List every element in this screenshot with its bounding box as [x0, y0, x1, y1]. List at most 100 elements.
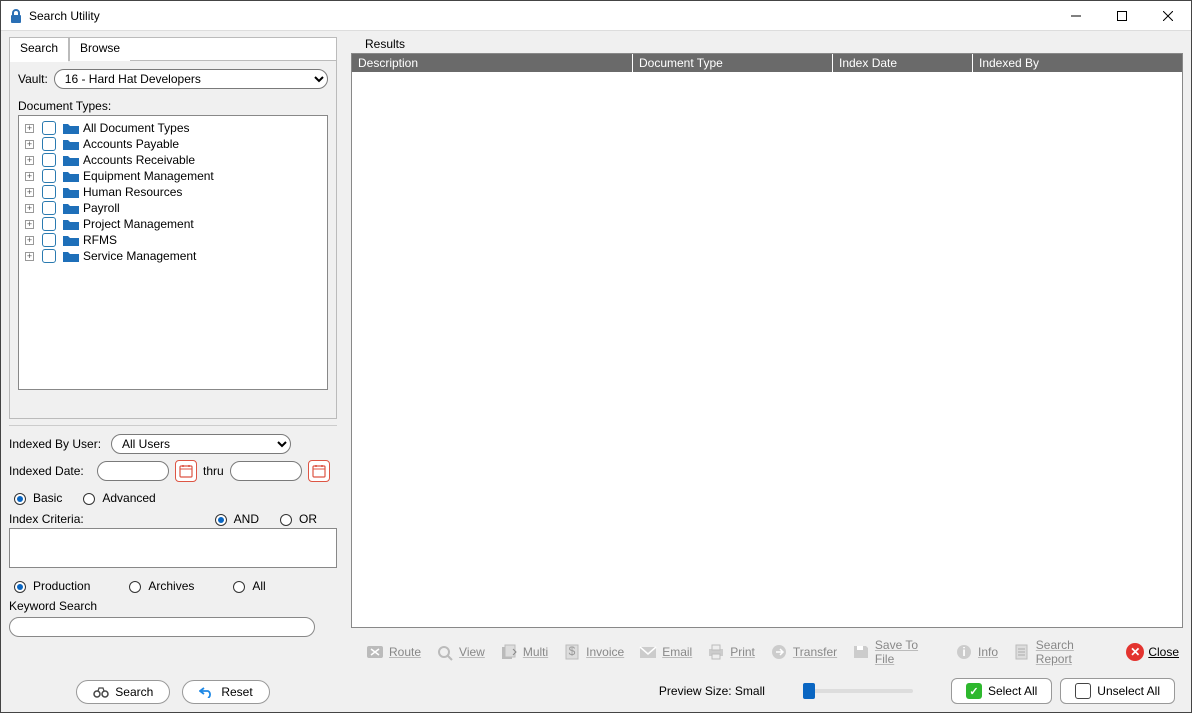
results-label: Results	[345, 37, 1183, 53]
tab-strip: Search Browse	[9, 37, 337, 61]
multi-button[interactable]: Multi	[495, 641, 552, 663]
all-radio[interactable]: All	[228, 578, 265, 593]
document-types-label: Document Types:	[18, 99, 328, 113]
or-radio[interactable]: OR	[275, 511, 317, 526]
reset-button[interactable]: Reset	[182, 680, 269, 704]
results-grid[interactable]: Description Document Type Index Date Ind…	[351, 53, 1183, 628]
tree-item[interactable]: +All Document Types	[23, 120, 323, 136]
undo-icon	[199, 686, 215, 698]
folder-icon	[63, 170, 79, 182]
route-button[interactable]: Route	[361, 641, 425, 663]
action-toolbar: Route View Multi $Invoice Email Print Tr…	[345, 628, 1183, 668]
index-criteria-box[interactable]	[9, 528, 337, 568]
tree-checkbox[interactable]	[42, 233, 56, 247]
tree-item[interactable]: +RFMS	[23, 232, 323, 248]
col-doc-type[interactable]: Document Type	[632, 54, 832, 72]
archives-radio[interactable]: Archives	[124, 578, 194, 593]
date-to-input[interactable]	[230, 461, 302, 481]
preview-size-label: Preview Size: Small	[659, 684, 765, 698]
tree-item[interactable]: +Equipment Management	[23, 168, 323, 184]
folder-icon	[63, 202, 79, 214]
expand-icon[interactable]: +	[25, 188, 34, 197]
and-radio[interactable]: AND	[210, 511, 259, 526]
calendar-to-button[interactable]	[308, 460, 330, 482]
invoice-button[interactable]: $Invoice	[558, 641, 628, 663]
col-indexed-by[interactable]: Indexed By	[972, 54, 1102, 72]
expand-icon[interactable]: +	[25, 236, 34, 245]
tree-checkbox[interactable]	[42, 153, 56, 167]
info-button[interactable]: iInfo	[950, 641, 1002, 663]
thru-label: thru	[203, 464, 224, 478]
check-icon: ✓	[966, 683, 982, 699]
slider-thumb-icon[interactable]	[803, 683, 815, 699]
folder-icon	[63, 186, 79, 198]
left-panel: Search Browse Vault: 16 - Hard Hat Devel…	[1, 31, 345, 712]
document-types-tree[interactable]: +All Document Types +Accounts Payable +A…	[18, 115, 328, 390]
tree-checkbox[interactable]	[42, 121, 56, 135]
tree-checkbox[interactable]	[42, 169, 56, 183]
keyword-label: Keyword Search	[9, 599, 337, 613]
tree-item[interactable]: +Service Management	[23, 248, 323, 264]
advanced-radio[interactable]: Advanced	[78, 490, 155, 505]
folder-icon	[63, 154, 79, 166]
empty-checkbox-icon	[1075, 683, 1091, 699]
close-button[interactable]: ✕Close	[1122, 641, 1183, 663]
expand-icon[interactable]: +	[25, 252, 34, 261]
search-report-button[interactable]: Search Report	[1008, 636, 1116, 668]
tree-item[interactable]: +Human Resources	[23, 184, 323, 200]
transfer-button[interactable]: Transfer	[765, 641, 841, 663]
indexed-date-label: Indexed Date:	[9, 464, 91, 478]
tree-checkbox[interactable]	[42, 201, 56, 215]
tree-item[interactable]: +Accounts Payable	[23, 136, 323, 152]
basic-radio[interactable]: Basic	[9, 490, 62, 505]
binoculars-icon	[93, 686, 109, 698]
indexed-by-label: Indexed By User:	[9, 437, 105, 451]
maximize-button[interactable]	[1099, 1, 1145, 31]
tree-checkbox[interactable]	[42, 185, 56, 199]
production-radio[interactable]: Production	[9, 578, 90, 593]
vault-label: Vault:	[18, 72, 48, 86]
expand-icon[interactable]: +	[25, 156, 34, 165]
print-button[interactable]: Print	[702, 641, 759, 663]
tree-item[interactable]: +Payroll	[23, 200, 323, 216]
expand-icon[interactable]: +	[25, 220, 34, 229]
expand-icon[interactable]: +	[25, 172, 34, 181]
expand-icon[interactable]: +	[25, 204, 34, 213]
search-button[interactable]: Search	[76, 680, 170, 704]
tree-checkbox[interactable]	[42, 137, 56, 151]
app-window: Search Utility Search Browse Vault: 16 -…	[0, 0, 1192, 713]
date-from-input[interactable]	[97, 461, 169, 481]
svg-text:i: i	[962, 645, 965, 659]
index-criteria-label: Index Criteria:	[9, 512, 84, 526]
tree-checkbox[interactable]	[42, 249, 56, 263]
col-description[interactable]: Description	[352, 54, 632, 72]
tab-browse[interactable]: Browse	[69, 38, 130, 61]
folder-icon	[63, 234, 79, 246]
unselect-all-button[interactable]: Unselect All	[1060, 678, 1175, 704]
svg-text:$: $	[569, 644, 576, 658]
calendar-from-button[interactable]	[175, 460, 197, 482]
folder-icon	[63, 122, 79, 134]
right-panel: Results Description Document Type Index …	[345, 31, 1191, 712]
email-button[interactable]: Email	[634, 641, 696, 663]
select-all-button[interactable]: ✓ Select All	[951, 678, 1052, 704]
save-to-file-button[interactable]: Save To File	[847, 636, 944, 668]
folder-icon	[63, 218, 79, 230]
preview-size-slider[interactable]	[803, 689, 913, 693]
expand-icon[interactable]: +	[25, 140, 34, 149]
tree-checkbox[interactable]	[42, 217, 56, 231]
grid-header: Description Document Type Index Date Ind…	[352, 54, 1182, 72]
keyword-input[interactable]	[9, 617, 315, 637]
title-bar: Search Utility	[1, 1, 1191, 31]
tree-item[interactable]: +Project Management	[23, 216, 323, 232]
close-icon: ✕	[1126, 643, 1144, 661]
vault-select[interactable]: 16 - Hard Hat Developers	[54, 69, 328, 89]
view-button[interactable]: View	[431, 641, 489, 663]
tree-item[interactable]: +Accounts Receivable	[23, 152, 323, 168]
close-window-button[interactable]	[1145, 1, 1191, 31]
expand-icon[interactable]: +	[25, 124, 34, 133]
indexed-by-select[interactable]: All Users	[111, 434, 291, 454]
minimize-button[interactable]	[1053, 1, 1099, 31]
tab-search[interactable]: Search	[10, 38, 69, 61]
col-index-date[interactable]: Index Date	[832, 54, 972, 72]
